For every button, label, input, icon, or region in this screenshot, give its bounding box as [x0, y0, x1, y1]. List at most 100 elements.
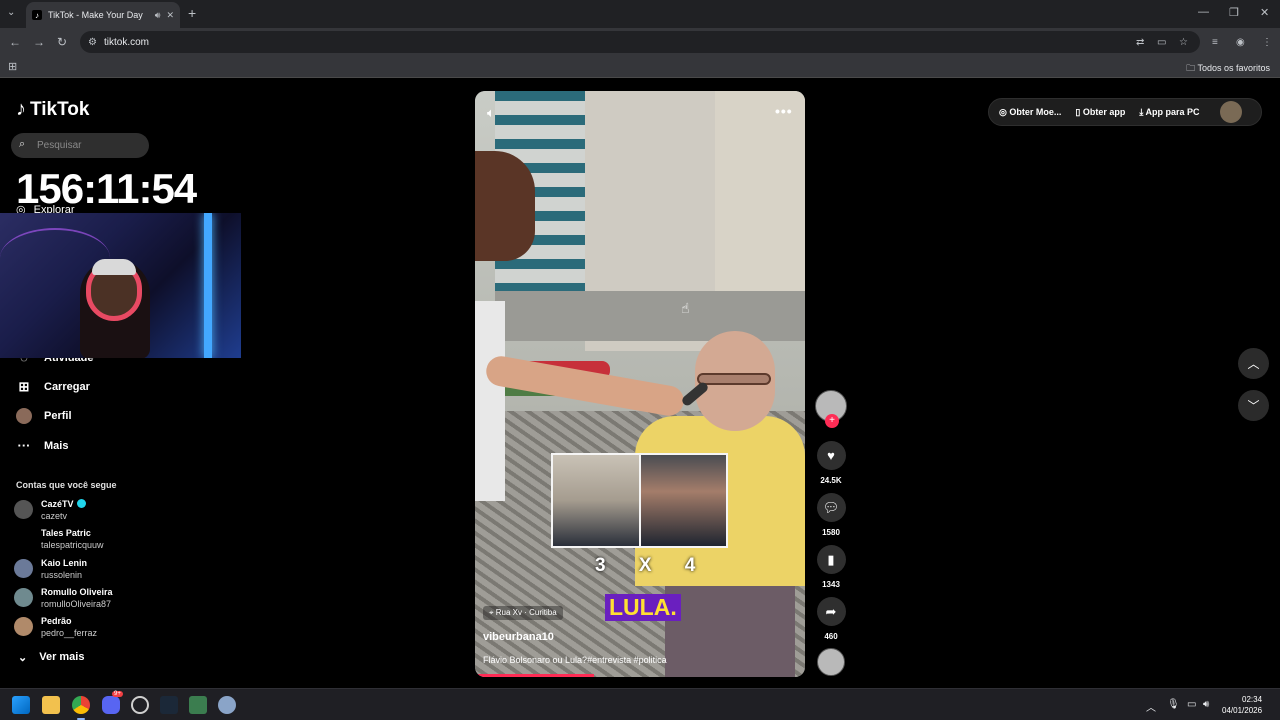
volume-icon[interactable]: 🔈︎: [487, 105, 495, 121]
get-app-button[interactable]: ▯ Obter app: [1075, 107, 1125, 118]
site-info-icon[interactable]: ⚙: [88, 37, 97, 48]
tiktok-logo[interactable]: ♪ TikTok: [16, 98, 89, 121]
interviewer-shirt: [475, 301, 505, 501]
account-handle: talespatricquuw: [41, 540, 104, 550]
nav-label-carregar: Carregar: [44, 381, 90, 393]
tab-close-icon[interactable]: ✕: [166, 10, 174, 21]
more-dots-icon: ···: [17, 438, 31, 453]
account-handle: pedro__ferraz: [41, 628, 98, 638]
get-coins-label: Obter Moe...: [1009, 106, 1062, 117]
previous-video-button[interactable]: ︿: [1238, 348, 1269, 379]
account-name: Pedrão: [41, 616, 72, 626]
video-username[interactable]: vibeurbana10: [483, 631, 554, 643]
steam-icon[interactable]: [160, 696, 178, 714]
star-icon[interactable]: ☆: [1179, 37, 1188, 48]
chevron-down-icon: ﹀: [1247, 399, 1260, 413]
cast-icon[interactable]: ▭: [1157, 37, 1166, 48]
video-photo-inset: [551, 453, 728, 548]
media-controls-icon[interactable]: ≡: [1212, 37, 1218, 48]
get-coins-button[interactable]: ◎ Obter Moe...: [999, 107, 1061, 118]
webcam-person-hair: [92, 259, 136, 275]
video-player[interactable]: 3 X 4 LULA. 🔈︎ ••• ⌖ Rua Xv · Curitiba v…: [475, 91, 805, 677]
address-bar[interactable]: ⚙ tiktok.com: [80, 31, 1200, 53]
user-avatar[interactable]: [1219, 101, 1242, 123]
follow-plus-icon[interactable]: +: [825, 414, 839, 428]
volume-tray-icon[interactable]: 🔊︎: [1203, 699, 1209, 710]
window-close-icon[interactable]: ✕: [1260, 6, 1269, 19]
next-video-button[interactable]: ﹀: [1238, 390, 1269, 421]
account-handle: russolenin: [41, 570, 83, 580]
clock-time: 02:34: [1242, 695, 1263, 704]
like-button[interactable]: ♥ 24.5K: [815, 441, 847, 485]
microphone-icon[interactable]: 🎙︎: [1167, 699, 1180, 710]
interviewee-pants: [665, 581, 795, 677]
photo-right: [641, 455, 726, 546]
settings-gear-icon[interactable]: [218, 696, 236, 714]
tiktok-favicon: ♪: [32, 10, 42, 20]
creator-avatar-button[interactable]: +: [815, 390, 847, 430]
search-placeholder: Pesquisar: [37, 140, 82, 151]
video-progress-bar[interactable]: [475, 674, 594, 677]
chevron-down-icon: ⌄: [18, 652, 28, 664]
network-icon[interactable]: ▭: [1187, 699, 1196, 710]
share-button[interactable]: ➦ 460: [815, 597, 847, 641]
account-handle: romulloOliveira87: [41, 599, 112, 609]
upload-plus-icon: ⊞: [18, 379, 30, 394]
pc-app-button[interactable]: ⤓ App para PC: [1139, 107, 1199, 118]
location-tag[interactable]: ⌖ Rua Xv · Curitiba: [483, 606, 563, 620]
video-interviewer: [475, 151, 545, 531]
new-tab-button[interactable]: +: [188, 5, 196, 21]
nav-item-perfil[interactable]: Perfil: [16, 408, 72, 424]
tab-search-icon[interactable]: ⌄: [7, 7, 15, 18]
menu-kebab-icon[interactable]: ⋮: [1262, 37, 1272, 48]
comment-button[interactable]: 💬︎ 1580: [815, 493, 847, 537]
apps-grid-icon[interactable]: ⊞: [8, 60, 17, 73]
verified-badge-icon: [76, 499, 86, 508]
bookmark-icon: ▮: [816, 545, 846, 574]
tray-expand-icon[interactable]: ︿: [1146, 699, 1156, 714]
nav-item-carregar[interactable]: ⊞ Carregar: [16, 379, 90, 395]
search-icon: ⌕: [19, 138, 26, 150]
nav-label-mais: Mais: [44, 439, 69, 452]
forward-icon[interactable]: →: [33, 35, 45, 49]
file-explorer-icon[interactable]: [42, 696, 60, 714]
profile-icon[interactable]: ◉: [1236, 37, 1245, 48]
chrome-icon[interactable]: [72, 696, 90, 720]
speaker-icon[interactable]: 🔊︎: [155, 10, 161, 21]
account-item[interactable]: Kaio Lenin russolenin: [14, 557, 87, 581]
nav-label-perfil: Perfil: [44, 410, 72, 422]
calculator-icon[interactable]: [189, 696, 207, 714]
account-avatar: [14, 500, 33, 519]
clock-app-icon[interactable]: [131, 696, 149, 714]
browser-tab[interactable]: ♪ TikTok - Make Your Day 🔊︎ ✕: [26, 2, 180, 28]
discord-icon[interactable]: 9+: [102, 691, 123, 714]
location-pin-icon: ⌖: [489, 608, 494, 617]
account-avatar: [14, 529, 33, 548]
logo-text: TikTok: [30, 98, 90, 120]
system-clock[interactable]: 02:34 04/01/2026: [1222, 694, 1262, 716]
bookmark-button[interactable]: ▮ 1343: [815, 545, 847, 589]
nav-item-mais[interactable]: ··· Mais: [16, 438, 69, 453]
profile-avatar: [16, 408, 32, 424]
account-item[interactable]: CazéTV cazetv: [14, 498, 86, 522]
download-icon: ⤓: [1139, 106, 1144, 117]
search-input[interactable]: ⌕ Pesquisar: [11, 133, 149, 158]
video-score-text: 3 X 4: [595, 555, 710, 576]
back-icon[interactable]: ←: [9, 35, 21, 49]
reload-icon[interactable]: ↻: [57, 35, 67, 49]
tab-title: TikTok - Make Your Day: [48, 10, 143, 20]
bookmarks-bar: ⊞ 🗀︎ Todos os favoritos: [0, 56, 1280, 78]
see-more-button[interactable]: ⌄ Ver mais: [18, 651, 84, 664]
restore-icon[interactable]: ❐: [1229, 6, 1239, 19]
windows-start-icon[interactable]: [12, 696, 30, 714]
account-name: Romullo Oliveira: [41, 587, 113, 597]
top-right-actions: ◎ Obter Moe... ▯ Obter app ⤓ App para PC: [988, 98, 1262, 126]
translate-icon[interactable]: ⇄: [1136, 37, 1144, 48]
sound-button[interactable]: [815, 648, 847, 676]
minimize-icon[interactable]: —: [1198, 6, 1209, 18]
account-item[interactable]: Romullo Oliveira romulloOliveira87: [14, 586, 113, 610]
video-more-icon[interactable]: •••: [775, 103, 793, 119]
account-item[interactable]: Tales Patric talespatricquuw: [14, 527, 104, 551]
all-bookmarks-folder[interactable]: 🗀︎ Todos os favoritos: [1186, 61, 1270, 77]
account-item[interactable]: Pedrão pedro__ferraz: [14, 615, 97, 639]
